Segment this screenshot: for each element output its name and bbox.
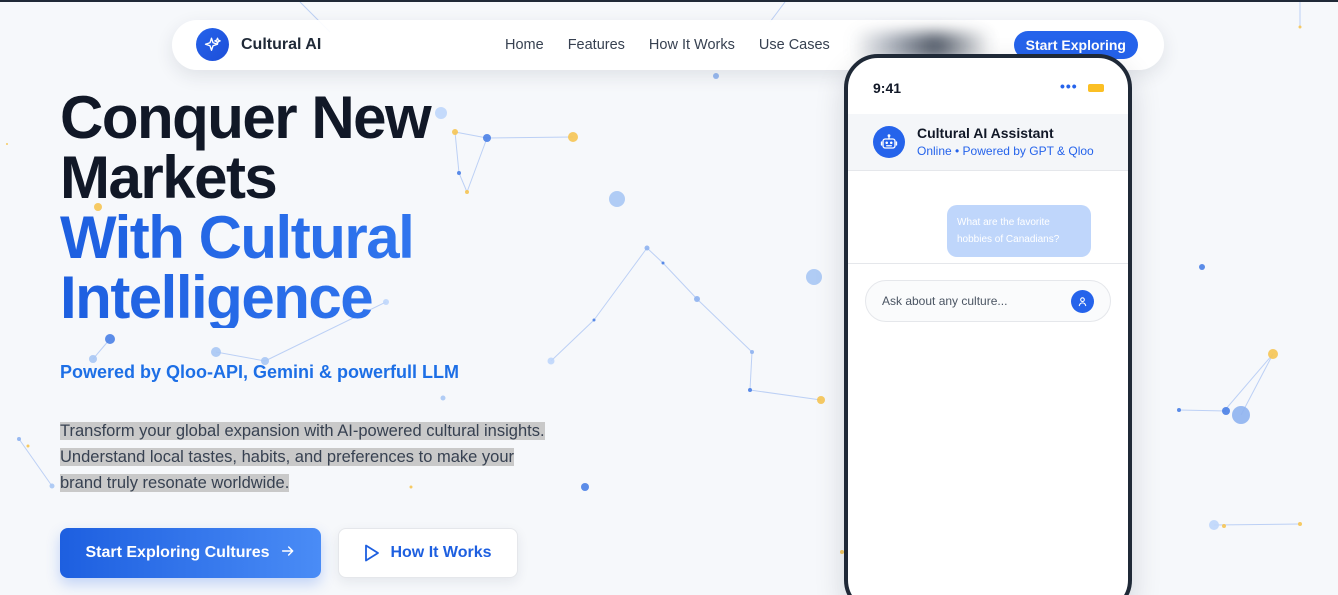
button-label: How It Works	[390, 544, 492, 561]
user-message-bubble: What are the favorite hobbies of Canadia…	[947, 205, 1091, 257]
network-node	[211, 347, 221, 357]
network-node	[1232, 406, 1250, 424]
phone-status-bar: 9:41 •••	[848, 76, 1128, 96]
network-link	[646, 247, 664, 264]
sparkles-icon	[196, 28, 229, 61]
network-node	[1222, 524, 1226, 528]
network-node	[748, 388, 752, 392]
play-icon	[365, 544, 380, 562]
network-link	[696, 298, 753, 353]
nav-link-features[interactable]: Features	[568, 37, 625, 53]
brand-name: Cultural AI	[241, 35, 322, 53]
nav-links: Home Features How It Works Use Cases	[505, 20, 854, 70]
chat-input-box	[865, 280, 1111, 322]
assistant-status: Online • Powered by GPT & Qloo	[917, 144, 1094, 158]
network-node	[1209, 520, 1219, 530]
network-node	[806, 269, 822, 285]
network-link	[749, 389, 822, 401]
brand[interactable]: Cultural AI	[196, 28, 321, 61]
hero-title-line: Markets	[60, 144, 278, 211]
network-node	[713, 73, 719, 79]
divider	[848, 263, 1128, 264]
network-node	[661, 261, 665, 265]
network-link	[1240, 353, 1274, 416]
user-icon	[1078, 297, 1087, 307]
hero-title-highlight: Intelligence	[60, 268, 620, 328]
how-it-works-button[interactable]: How It Works	[338, 528, 518, 578]
network-node	[581, 483, 589, 491]
network-node	[6, 143, 8, 145]
network-node	[440, 395, 446, 401]
network-node	[49, 483, 55, 489]
chat-header: Cultural AI Assistant Online • Powered b…	[848, 114, 1128, 171]
hero-title-highlight: With Cultural	[60, 208, 620, 268]
hero-title-line: Conquer New	[60, 84, 432, 151]
network-link	[662, 262, 698, 300]
network-node	[1268, 349, 1278, 359]
network-node	[547, 357, 555, 365]
network-link	[769, 2, 786, 23]
button-label: Start Exploring Cultures	[85, 544, 270, 561]
nav-link-use-cases[interactable]: Use Cases	[759, 37, 830, 53]
network-node	[817, 396, 825, 404]
network-node	[694, 296, 700, 302]
phone-mockup: 9:41 ••• Cultural AI Assistant Online • …	[844, 54, 1132, 595]
hero-description: Transform your global expansion with AI-…	[60, 418, 580, 496]
nav-link-how-it-works[interactable]: How It Works	[649, 37, 735, 53]
signal-dots-icon: •••	[1060, 78, 1078, 94]
network-link	[749, 351, 753, 391]
battery-icon	[1088, 84, 1104, 92]
network-node	[105, 334, 115, 344]
assistant-name: Cultural AI Assistant	[917, 125, 1054, 141]
send-button[interactable]	[1071, 290, 1094, 313]
network-node	[1177, 408, 1181, 412]
network-node	[750, 350, 754, 354]
robot-icon	[873, 126, 905, 158]
network-node	[1199, 264, 1205, 270]
network-node	[1298, 522, 1302, 526]
hero-subtitle: Powered by Qloo-API, Gemini & powerfull …	[60, 362, 460, 382]
nav-link-home[interactable]: Home	[505, 37, 544, 53]
hero-title: Conquer New Markets With Cultural Intell…	[60, 88, 620, 328]
hero-description-line: Understand local tastes, habits, and pre…	[60, 448, 514, 466]
status-time: 9:41	[873, 80, 902, 96]
hero-description-line: brand truly resonate worldwide.	[60, 474, 290, 492]
hero-description-line: Transform your global expansion with AI-…	[60, 422, 545, 440]
network-link	[18, 438, 53, 487]
start-exploring-cultures-button[interactable]: Start Exploring Cultures	[60, 528, 321, 578]
network-link	[1213, 523, 1301, 526]
network-link	[1178, 409, 1227, 412]
network-node	[1222, 407, 1230, 415]
network-node	[26, 444, 30, 448]
network-node	[644, 245, 650, 251]
network-link	[1224, 353, 1274, 411]
arrow-right-icon	[280, 543, 296, 564]
chat-input[interactable]	[882, 291, 1062, 311]
network-node	[17, 437, 21, 441]
network-link	[215, 351, 266, 362]
network-node	[1298, 25, 1302, 29]
